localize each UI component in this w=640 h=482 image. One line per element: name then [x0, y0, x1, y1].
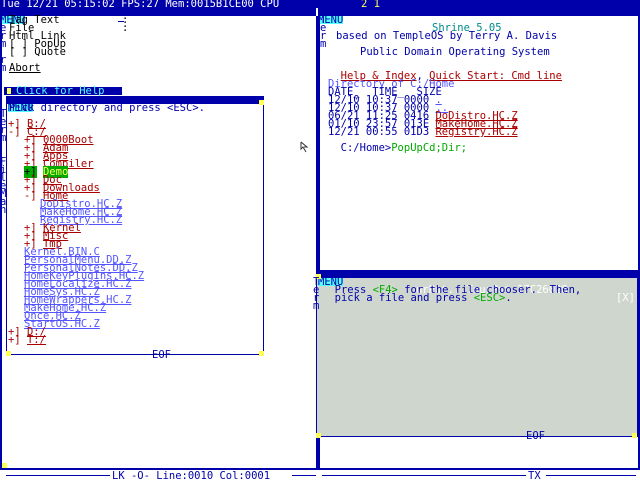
tree-expand-toggle[interactable]: -]: [24, 190, 37, 202]
hint-text-2a: pick a file and press: [334, 292, 474, 304]
status-rule-right-a: [322, 475, 526, 476]
left-window-resize-corner[interactable]: [2, 463, 7, 468]
command-prompt: C:/Home>: [340, 142, 392, 154]
editor-status-left: LK -O- Line:0010 Col:0001: [112, 470, 271, 482]
command-text[interactable]: PopUpCd;Dir;: [391, 142, 467, 154]
popup-side-letters: Term: [313, 276, 320, 312]
hint-key-esc: <ESC>: [473, 292, 506, 304]
file-manager-corner-bottom-left[interactable]: [6, 351, 11, 356]
help-marker-icon: [7, 88, 11, 94]
command-line[interactable]: C:/Home>PopUpCd;Dir;: [328, 136, 467, 154]
file-manager-prompt: Pick directory and press <ESC>.: [9, 102, 205, 114]
tree-dir-item[interactable]: +] T:/: [8, 334, 46, 346]
popup-hint-eof: EOF: [526, 430, 545, 442]
shrine-links-row: Help & Index, Quick Start: Cmd line: [328, 64, 562, 82]
tree-expand-toggle[interactable]: +]: [8, 334, 21, 346]
menu-item-suffix: :: [122, 22, 129, 34]
side-letter: m: [0, 132, 7, 144]
hint-text-2b: .: [505, 292, 512, 304]
right-window-titlebar[interactable]: MENU ir;;....PopUpCd 1694CA28 [X]: [318, 8, 640, 41]
menu-divider: [118, 21, 124, 22]
side-letter: m: [320, 38, 327, 50]
editor-status-right: TX: [528, 470, 541, 482]
top-status-bar: Tue 12/21 05:15:02 FPS:27 Mem:0015B1CE00…: [0, 0, 640, 10]
popup-hint-close-button[interactable]: [X]: [616, 293, 635, 304]
system-status-text: Tue 12/21 05:15:02 FPS:27 Mem:0015B1CE00…: [1, 0, 280, 10]
left-window-left-border: [0, 16, 2, 470]
click-help-link[interactable]: Click for Help: [16, 86, 105, 97]
left-close-button[interactable]: [X]: [298, 31, 317, 42]
file-manager-corner-top[interactable]: [259, 100, 264, 105]
file-manager-close-button[interactable]: [X]: [234, 119, 253, 130]
tree-expand-toggle[interactable]: -]: [8, 126, 21, 138]
cpu-values: 2 1: [361, 0, 380, 10]
popup-hint-resize-corner[interactable]: [632, 433, 637, 438]
file-manager-resize-corner[interactable]: [259, 351, 264, 356]
tree-item-label[interactable]: T:/: [27, 334, 46, 346]
status-rule-right-b: [546, 475, 636, 476]
menu-item[interactable]: [ ] Quote: [9, 47, 66, 58]
popup-hint-line-1: Press <F4> for the file chooser. Then,: [322, 278, 582, 296]
status-rule-mid: [292, 475, 316, 476]
popup-hint-line-2: pick a file and press <ESC>.: [322, 286, 512, 304]
popup-hint-titlebar[interactable]: MENU urPut...TourPut 17C26028 [X]: [316, 270, 638, 303]
click-help-bar[interactable]: Click for Help: [4, 86, 122, 97]
directory-row: 12/21 00:55 01D3 Registry.HC.Z: [328, 127, 518, 138]
menu-item[interactable]: Abort: [9, 63, 41, 74]
file-manager-eof: EOF: [152, 349, 171, 361]
right-window-bottom-border: [318, 468, 640, 470]
side-letter: n: [0, 204, 7, 216]
shrine-tagline: Public Domain Operating System: [360, 46, 550, 58]
status-rule-left: [6, 475, 110, 476]
mouse-pointer-icon: [300, 141, 309, 153]
shrine-subtitle: based on TempleOS by Terry A. Davis: [336, 30, 558, 42]
popup-hint-corner-bottom-left[interactable]: [316, 433, 321, 438]
